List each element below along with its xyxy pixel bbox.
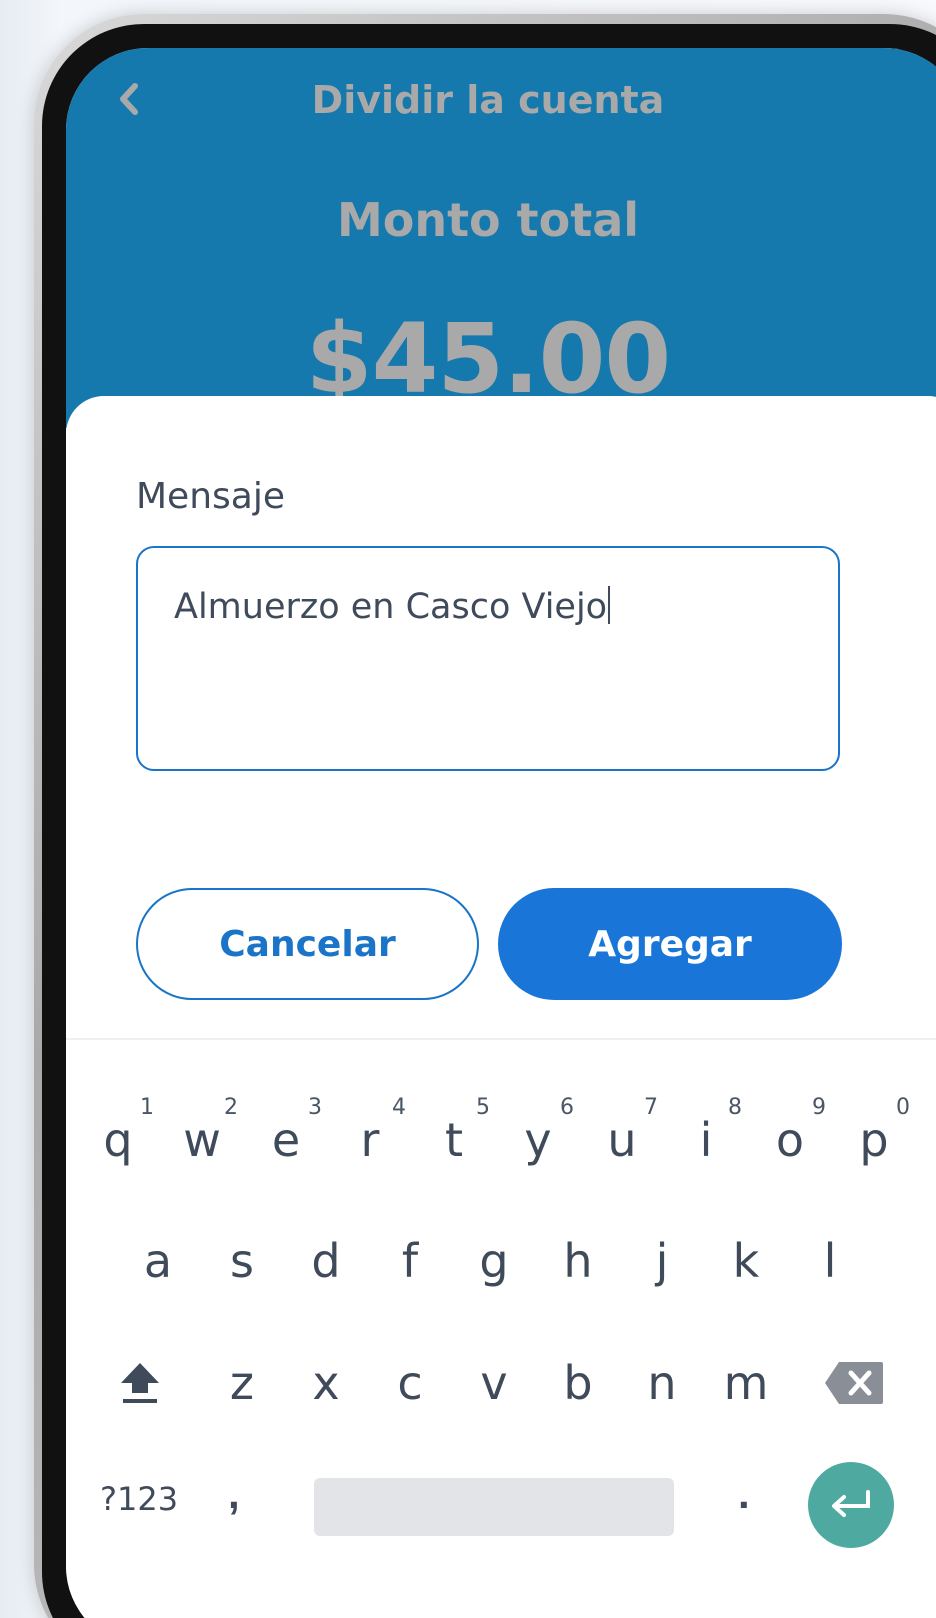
key-number-hint: 9 bbox=[812, 1095, 826, 1120]
key-h[interactable]: h bbox=[538, 1216, 618, 1306]
backspace-icon bbox=[825, 1362, 883, 1404]
key-f[interactable]: f bbox=[370, 1216, 450, 1306]
key-number-hint: 5 bbox=[476, 1095, 490, 1120]
key-t[interactable]: t5 bbox=[414, 1095, 494, 1185]
key-label: p bbox=[859, 1113, 889, 1167]
message-label: Mensaje bbox=[136, 476, 285, 517]
period-key[interactable]: . bbox=[738, 1470, 750, 1518]
key-n[interactable]: n bbox=[622, 1338, 702, 1428]
add-button[interactable]: Agregar bbox=[498, 888, 842, 1000]
key-a[interactable]: a bbox=[118, 1216, 198, 1306]
key-m[interactable]: m bbox=[706, 1338, 786, 1428]
cancel-button[interactable]: Cancelar bbox=[136, 888, 479, 1000]
key-number-hint: 1 bbox=[140, 1095, 154, 1120]
key-number-hint: 2 bbox=[224, 1095, 238, 1120]
key-q[interactable]: q1 bbox=[78, 1095, 158, 1185]
symbols-key[interactable]: ?123 bbox=[100, 1480, 178, 1518]
app-screen: Dividir la cuenta Monto total $45.00 Men… bbox=[66, 48, 936, 1618]
message-input[interactable]: Almuerzo en Casco Viejo bbox=[136, 546, 840, 771]
key-label: q bbox=[103, 1113, 133, 1167]
key-number-hint: 3 bbox=[308, 1095, 322, 1120]
key-number-hint: 4 bbox=[392, 1095, 406, 1120]
key-r[interactable]: r4 bbox=[330, 1095, 410, 1185]
enter-icon bbox=[832, 1490, 870, 1517]
header: Dividir la cuenta Monto total $45.00 bbox=[66, 48, 936, 428]
key-j[interactable]: j bbox=[622, 1216, 702, 1306]
key-label: w bbox=[183, 1113, 221, 1167]
key-label: u bbox=[607, 1113, 637, 1167]
message-sheet: Mensaje Almuerzo en Casco Viejo Cancelar… bbox=[66, 396, 936, 1041]
comma-key[interactable]: , bbox=[228, 1470, 240, 1518]
text-caret bbox=[608, 586, 611, 624]
key-l[interactable]: l bbox=[790, 1216, 870, 1306]
enter-key[interactable] bbox=[808, 1462, 894, 1548]
key-s[interactable]: s bbox=[202, 1216, 282, 1306]
key-e[interactable]: e3 bbox=[246, 1095, 326, 1185]
key-p[interactable]: p0 bbox=[834, 1095, 914, 1185]
key-u[interactable]: u7 bbox=[582, 1095, 662, 1185]
shift-icon bbox=[121, 1363, 159, 1403]
total-amount-label: Monto total bbox=[336, 193, 640, 247]
key-g[interactable]: g bbox=[454, 1216, 534, 1306]
backspace-key[interactable] bbox=[814, 1338, 894, 1428]
page-title: Dividir la cuenta bbox=[311, 78, 665, 122]
message-input-value: Almuerzo en Casco Viejo bbox=[174, 587, 608, 627]
key-z[interactable]: z bbox=[202, 1338, 282, 1428]
screen-background: Dividir la cuenta Monto total $45.00 Men… bbox=[0, 0, 936, 1618]
key-c[interactable]: c bbox=[370, 1338, 450, 1428]
key-w[interactable]: w2 bbox=[162, 1095, 242, 1185]
key-k[interactable]: k bbox=[706, 1216, 786, 1306]
key-label: t bbox=[444, 1113, 464, 1167]
key-label: i bbox=[699, 1113, 713, 1167]
key-o[interactable]: o9 bbox=[750, 1095, 830, 1185]
key-number-hint: 8 bbox=[728, 1095, 742, 1120]
key-label: r bbox=[360, 1113, 380, 1167]
shift-key[interactable] bbox=[100, 1338, 180, 1428]
key-number-hint: 0 bbox=[896, 1095, 910, 1120]
key-label: o bbox=[775, 1113, 805, 1167]
key-v[interactable]: v bbox=[454, 1338, 534, 1428]
key-label: e bbox=[271, 1113, 301, 1167]
key-number-hint: 7 bbox=[644, 1095, 658, 1120]
key-d[interactable]: d bbox=[286, 1216, 366, 1306]
on-screen-keyboard: q1w2e3r4t5y6u7i8o9p0 asdfghjkl zxcvbnm ?… bbox=[66, 1038, 936, 1618]
key-x[interactable]: x bbox=[286, 1338, 366, 1428]
key-y[interactable]: y6 bbox=[498, 1095, 578, 1185]
space-key[interactable] bbox=[314, 1478, 674, 1536]
key-label: y bbox=[524, 1113, 552, 1167]
key-i[interactable]: i8 bbox=[666, 1095, 746, 1185]
key-number-hint: 6 bbox=[560, 1095, 574, 1120]
key-b[interactable]: b bbox=[538, 1338, 618, 1428]
